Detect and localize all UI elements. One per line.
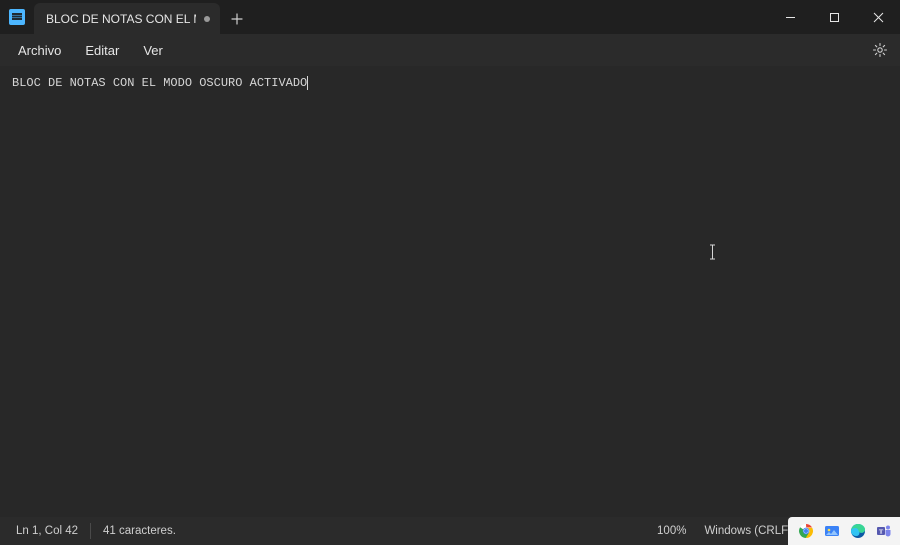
status-position: Ln 1, Col 42 <box>16 525 78 537</box>
window-controls <box>768 0 900 34</box>
status-separator <box>90 523 91 539</box>
notepad-icon <box>9 9 25 25</box>
gear-icon <box>872 42 888 58</box>
status-char-count: 41 caracteres. <box>103 525 176 537</box>
menu-edit[interactable]: Editar <box>73 39 131 62</box>
notepad-window: BLOC DE NOTAS CON EL MODO OS Archivo Edi… <box>0 0 900 545</box>
status-zoom[interactable]: 100% <box>639 525 704 537</box>
document-tab[interactable]: BLOC DE NOTAS CON EL MODO OS <box>34 3 220 34</box>
text-editor[interactable]: BLOC DE NOTAS CON EL MODO OSCURO ACTIVAD… <box>0 66 900 517</box>
settings-button[interactable] <box>866 36 894 64</box>
text-caret-icon <box>307 76 308 90</box>
menu-file[interactable]: Archivo <box>6 39 73 62</box>
minimize-icon <box>785 12 796 23</box>
titlebar-drag-area[interactable] <box>254 0 768 34</box>
menubar: Archivo Editar Ver <box>0 34 900 66</box>
chrome-icon[interactable] <box>798 523 814 539</box>
minimize-button[interactable] <box>768 0 812 34</box>
new-tab-button[interactable] <box>220 3 254 34</box>
ibeam-cursor-icon <box>708 244 717 260</box>
edge-icon[interactable] <box>850 523 866 539</box>
svg-text:T: T <box>879 529 884 536</box>
close-icon <box>873 12 884 23</box>
unsaved-indicator-icon <box>204 16 210 22</box>
titlebar: BLOC DE NOTAS CON EL MODO OS <box>0 0 900 34</box>
app-icon-button[interactable] <box>0 0 34 34</box>
taskbar-tray: T <box>788 517 900 545</box>
close-button[interactable] <box>856 0 900 34</box>
photos-icon[interactable] <box>824 523 840 539</box>
maximize-button[interactable] <box>812 0 856 34</box>
statusbar: Ln 1, Col 42 41 caracteres. 100% Windows… <box>0 517 900 545</box>
maximize-icon <box>829 12 840 23</box>
editor-content: BLOC DE NOTAS CON EL MODO OSCURO ACTIVAD… <box>12 76 307 90</box>
plus-icon <box>231 13 243 25</box>
tab-title: BLOC DE NOTAS CON EL MODO OS <box>46 12 196 26</box>
teams-icon[interactable]: T <box>876 523 892 539</box>
menu-view[interactable]: Ver <box>131 39 175 62</box>
